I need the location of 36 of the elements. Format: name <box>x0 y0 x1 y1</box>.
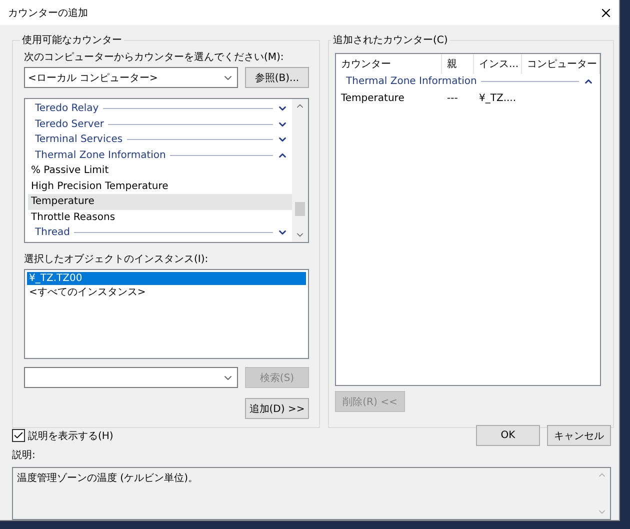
counter-item[interactable]: % Passive Limit <box>28 163 292 178</box>
add-button[interactable]: 追加(D) >> <box>245 398 309 419</box>
category-item[interactable]: Thread <box>35 227 70 238</box>
description-text: 温度管理ゾーンの温度 (ケルビン単位)。 <box>16 472 199 486</box>
category-item[interactable]: Terminal Services <box>35 134 123 146</box>
field-label: 説明: <box>12 448 36 462</box>
computer-dropdown[interactable]: <ローカル コンピューター> <box>24 67 238 88</box>
column-header[interactable]: 親 <box>442 54 474 74</box>
group-header[interactable]: Thermal Zone Information <box>346 76 477 88</box>
column-header[interactable]: コンピューター <box>522 54 600 74</box>
search-dropdown[interactable] <box>24 367 238 388</box>
category-item[interactable]: Teredo Server <box>35 118 104 130</box>
dialog-button[interactable]: OK <box>476 425 540 446</box>
browse-button[interactable]: 参照(B)... <box>245 67 309 88</box>
table-cell-text: --- <box>446 92 459 104</box>
checkbox[interactable] <box>12 429 25 442</box>
dialog-button[interactable]: キャンセル <box>547 425 611 446</box>
group-title: 追加されたカウンター(C) <box>332 34 449 47</box>
checkbox-label[interactable]: 説明を表示する(H) <box>28 428 114 442</box>
counter-item[interactable]: High Precision Temperature <box>28 178 292 194</box>
counter-item[interactable]: Temperature <box>28 194 292 210</box>
added-counter-list[interactable]: カウンター 親 インス... コンピューター Thermal Zone Information Temperature --- ¥_TZ.... <box>335 53 601 386</box>
scroll-thumb[interactable] <box>295 202 305 216</box>
counter-item[interactable]: Throttle Reasons <box>28 210 292 225</box>
category-item[interactable]: Teredo Relay <box>35 103 99 114</box>
field-label: 選択したオブジェクトのインスタンス(I): <box>24 252 210 266</box>
table-cell-text: Temperature <box>340 92 406 104</box>
table-cell-text: ¥_TZ.... <box>478 92 518 104</box>
group-title: 使用可能なカウンター <box>21 34 123 47</box>
counter-list[interactable]: Teredo Relay Teredo Server Terminal Services Thermal Zone Information % Passive Limit High Precision Temperature Temperature Throttle Reasons Thread <box>24 98 309 243</box>
category-item[interactable]: Thermal Zone Information <box>35 150 166 161</box>
column-header[interactable]: カウンター <box>336 54 442 74</box>
instance-list[interactable]: ¥_TZ.TZ00 <すべてのインスタンス> <box>24 269 309 359</box>
field-label: 次のコンピューターからカウンターを選んでください(M): <box>24 51 285 64</box>
column-header[interactable]: インス... <box>474 54 522 74</box>
window-title: カウンターの追加 <box>8 6 88 20</box>
